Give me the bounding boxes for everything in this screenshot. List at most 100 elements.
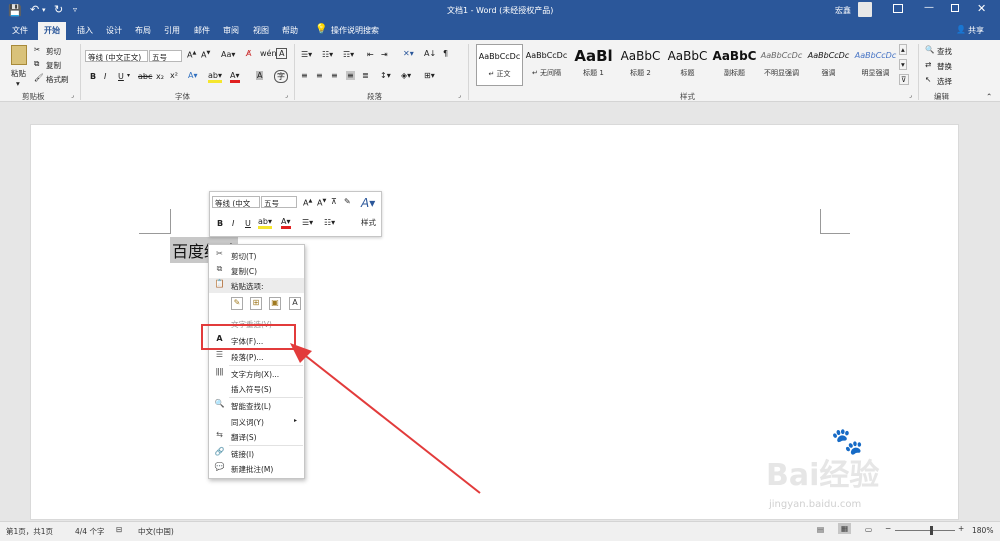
collapse-ribbon-icon[interactable]: ⌃ bbox=[986, 92, 992, 101]
tab-references[interactable]: 引用 bbox=[164, 25, 180, 36]
style-heading-2[interactable]: AaBbC 标题 2 bbox=[617, 44, 664, 86]
font-color-icon[interactable]: A▾ bbox=[230, 71, 240, 83]
redo-icon[interactable]: ↻ bbox=[54, 3, 63, 16]
format-painter-button[interactable]: 格式刷 bbox=[46, 74, 69, 85]
tab-file[interactable]: 文件 bbox=[12, 25, 28, 36]
underline-dropdown-icon[interactable]: ▾ bbox=[127, 72, 130, 79]
tell-me-search[interactable]: 操作说明搜索 bbox=[331, 25, 379, 36]
style-normal[interactable]: AaBbCcDc ↵ 正文 bbox=[476, 44, 523, 86]
mini-highlight-icon[interactable]: ab▾ bbox=[258, 217, 272, 229]
find-icon[interactable]: 🔍 bbox=[925, 45, 934, 54]
style-no-spacing[interactable]: AaBbCcDc ↵ 无间隔 bbox=[523, 44, 570, 86]
save-icon[interactable]: 💾 bbox=[8, 4, 22, 17]
style-emphasis[interactable]: AaBbCcDc 强调 bbox=[805, 44, 852, 86]
tab-home[interactable]: 开始 bbox=[38, 22, 66, 40]
subscript-icon[interactable]: x₂ bbox=[156, 72, 164, 81]
paragraph-launcher-icon[interactable]: ⌟ bbox=[458, 92, 461, 99]
mini-italic-icon[interactable]: I bbox=[232, 219, 234, 228]
justify-icon[interactable]: ≡ bbox=[346, 71, 355, 80]
sort-icon[interactable]: A↓ bbox=[424, 49, 436, 58]
style-intense-emphasis[interactable]: AaBbCcDc 明显强调 bbox=[852, 44, 899, 86]
highlight-icon[interactable]: ab▾ bbox=[208, 71, 222, 83]
zoom-slider[interactable] bbox=[895, 530, 955, 531]
mini-underline-icon[interactable]: U bbox=[245, 219, 251, 228]
paste-button[interactable]: 粘贴 bbox=[11, 68, 26, 79]
select-button[interactable]: 选择 bbox=[937, 76, 952, 87]
tab-view[interactable]: 视图 bbox=[253, 25, 269, 36]
numbering-icon[interactable]: ☷▾ bbox=[322, 50, 333, 59]
grow-font-icon[interactable]: A▲ bbox=[187, 50, 196, 60]
paste-picture-icon[interactable]: ▣ bbox=[269, 297, 281, 310]
replace-button[interactable]: 替换 bbox=[937, 61, 952, 72]
zoom-slider-thumb[interactable] bbox=[930, 526, 933, 535]
char-border-icon[interactable]: A bbox=[276, 48, 288, 59]
style-subtle-emphasis[interactable]: AaBbCcDc 不明显强调 bbox=[758, 44, 805, 86]
tab-mailings[interactable]: 邮件 bbox=[194, 25, 210, 36]
cut-button[interactable]: 剪切 bbox=[46, 46, 61, 57]
multilevel-list-icon[interactable]: ☶▾ bbox=[343, 50, 354, 59]
print-layout-icon[interactable]: ▦ bbox=[838, 523, 852, 534]
font-name-box[interactable]: 等线 (中文正文) bbox=[85, 50, 148, 62]
paste-dropdown-icon[interactable]: ▾ bbox=[16, 79, 20, 88]
undo-dropdown-icon[interactable]: ▾ bbox=[42, 6, 46, 14]
menu-copy[interactable]: ⧉ 复制(C) bbox=[209, 263, 304, 278]
tab-design[interactable]: 设计 bbox=[106, 25, 122, 36]
menu-cut[interactable]: ✂ 剪切(T) bbox=[209, 248, 304, 263]
mini-shrink-font-icon[interactable]: A▼ bbox=[317, 198, 326, 208]
paste-icon[interactable] bbox=[11, 45, 27, 65]
mini-numbering-icon[interactable]: ☷▾ bbox=[324, 218, 335, 227]
align-left-icon[interactable]: ≡ bbox=[301, 71, 308, 80]
strikethrough-icon[interactable]: abc bbox=[138, 72, 152, 81]
document-page[interactable]: 百度经验 🐾 Bai经验 jingyan.baidu.com bbox=[30, 124, 959, 520]
styles-scroll-up-icon[interactable]: ▴ bbox=[899, 44, 907, 55]
proofing-icon[interactable]: ⊟ bbox=[116, 525, 122, 534]
zoom-out-icon[interactable]: − bbox=[885, 524, 891, 533]
avatar[interactable] bbox=[858, 2, 872, 17]
copy-icon[interactable]: ⧉ bbox=[34, 59, 39, 69]
chinese-layout-icon[interactable]: ✕▾ bbox=[403, 49, 414, 58]
mini-size-box[interactable]: 五号 bbox=[261, 196, 297, 208]
distributed-icon[interactable]: ≣ bbox=[362, 71, 369, 80]
tab-help[interactable]: 帮助 bbox=[282, 25, 298, 36]
zoom-level[interactable]: 180% bbox=[972, 526, 993, 535]
underline-icon[interactable]: U bbox=[118, 72, 124, 81]
styles-scroll-down-icon[interactable]: ▾ bbox=[899, 59, 907, 70]
replace-icon[interactable]: ⇄ bbox=[925, 60, 931, 69]
borders-icon[interactable]: ⊞▾ bbox=[424, 71, 435, 80]
bold-icon[interactable]: B bbox=[90, 72, 96, 81]
zoom-in-icon[interactable]: + bbox=[958, 524, 964, 533]
language[interactable]: 中文(中国) bbox=[138, 526, 174, 537]
page-count[interactable]: 第1页，共1页 bbox=[6, 526, 53, 537]
share-icon[interactable]: 👤 bbox=[956, 25, 966, 34]
mini-bullets-icon[interactable]: ☰▾ bbox=[302, 218, 313, 227]
web-layout-icon[interactable]: ▭ bbox=[865, 525, 872, 534]
style-subtitle[interactable]: AaBbC 副标题 bbox=[711, 44, 758, 86]
styles-more-icon[interactable]: ⊽ bbox=[899, 74, 909, 85]
clear-format-icon[interactable]: A̸ bbox=[246, 49, 251, 58]
style-heading-1[interactable]: AaBl 标题 1 bbox=[570, 44, 617, 86]
select-icon[interactable]: ↖ bbox=[925, 75, 931, 84]
styles-launcher-icon[interactable]: ⌟ bbox=[909, 92, 912, 99]
show-marks-icon[interactable]: ¶ bbox=[443, 49, 448, 58]
undo-icon[interactable]: ↶ bbox=[30, 3, 39, 16]
shrink-font-icon[interactable]: A▼ bbox=[201, 50, 210, 60]
tab-review[interactable]: 审阅 bbox=[223, 25, 239, 36]
decrease-indent-icon[interactable]: ⇤ bbox=[367, 50, 374, 59]
close-icon[interactable]: ✕ bbox=[977, 2, 986, 15]
word-count[interactable]: 4/4 个字 bbox=[75, 526, 104, 537]
clipboard-launcher-icon[interactable]: ⌟ bbox=[71, 92, 74, 99]
bullets-icon[interactable]: ☰▾ bbox=[301, 50, 312, 59]
customize-qat-icon[interactable]: ▿ bbox=[73, 5, 77, 14]
mini-styles-label[interactable]: 样式 bbox=[361, 217, 376, 228]
tab-layout[interactable]: 布局 bbox=[135, 25, 151, 36]
mini-font-color-icon[interactable]: A▾ bbox=[281, 217, 291, 229]
paste-keep-source-icon[interactable]: ✎ bbox=[231, 297, 243, 310]
paste-merge-icon[interactable]: ⊞ bbox=[250, 297, 262, 310]
mini-grow-font-icon[interactable]: A▲ bbox=[303, 198, 312, 208]
mini-font-box[interactable]: 等线 (中文 bbox=[212, 196, 260, 208]
mini-clear-icon[interactable]: ✎ bbox=[344, 197, 351, 206]
style-title[interactable]: AaBbC 标题 bbox=[664, 44, 711, 86]
ribbon-display-icon[interactable] bbox=[893, 4, 903, 13]
line-spacing-icon[interactable]: ↕▾ bbox=[380, 71, 391, 80]
char-shading-icon[interactable]: A bbox=[256, 71, 264, 80]
